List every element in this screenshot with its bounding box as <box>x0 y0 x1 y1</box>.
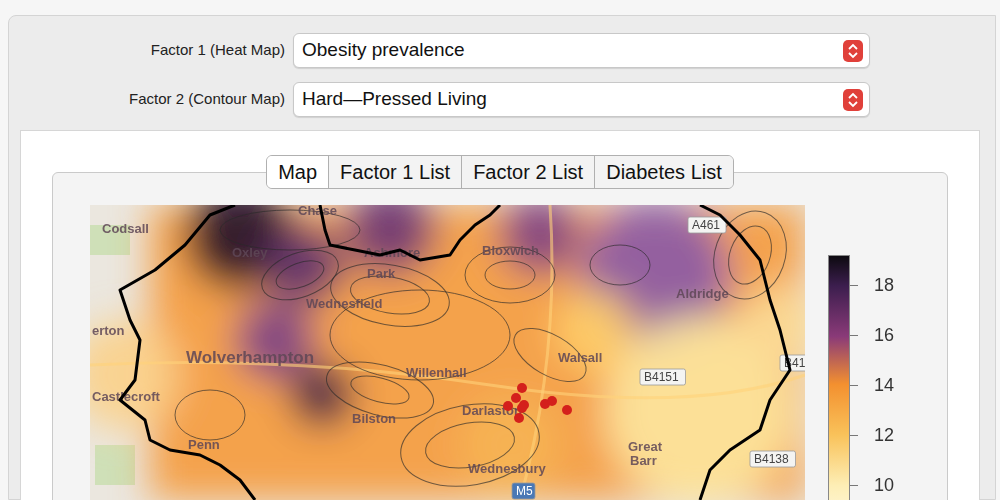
place-label: Codsall <box>102 221 149 236</box>
svg-text:A461: A461 <box>692 218 720 232</box>
diabetes-point[interactable] <box>547 396 557 406</box>
app: Factor 1 (Heat Map)Obesity prevalenceFac… <box>0 0 1000 500</box>
factor-row: Factor 2 (Contour Map) Hard—Pressed Livin… <box>9 82 995 117</box>
factor-row: Factor 1 (Heat Map) Obesity prevalence <box>9 33 995 68</box>
tab[interactable]: Factor 2 List <box>461 156 594 188</box>
diabetes-point[interactable] <box>562 405 572 415</box>
heat-map[interactable]: CodsallOxleyAshmoreParkBloxwichA461Wedne… <box>90 205 805 500</box>
place-label: Park <box>367 266 396 281</box>
factor-label: Factor 2 (Contour Map) <box>9 88 285 111</box>
factor-select[interactable]: Hard—Pressed Living <box>293 82 870 117</box>
factor-label: Factor 1 (Heat Map) <box>9 39 285 62</box>
tick-label: 16 <box>874 324 894 346</box>
tick-mark <box>850 285 858 286</box>
tick-label: 12 <box>874 424 894 446</box>
tick-mark <box>850 335 858 336</box>
place-label: Barr <box>630 453 657 468</box>
select-arrow-icon <box>843 40 863 62</box>
place-label: Penn <box>188 437 220 452</box>
window: Factor 1 (Heat Map)Obesity prevalenceFac… <box>8 15 996 500</box>
place-label: Bilston <box>352 411 396 426</box>
place-label: Aldridge <box>676 286 729 301</box>
content-panel: MapFactor 1 ListFactor 2 ListDiabetes Li… <box>20 130 980 500</box>
place-label: Walsall <box>558 350 602 365</box>
tab[interactable]: Map <box>267 156 328 188</box>
place-label: Willenhall <box>406 365 467 380</box>
map-box: CodsallOxleyAshmoreParkBloxwichA461Wedne… <box>52 172 948 500</box>
place-label: Darlaston <box>462 403 522 418</box>
factor-select[interactable]: Obesity prevalence <box>293 33 870 68</box>
diabetes-point[interactable] <box>503 401 513 411</box>
svg-text:B4151: B4151 <box>644 370 679 384</box>
area-boundary <box>120 205 790 500</box>
tab-bar: MapFactor 1 ListFactor 2 ListDiabetes Li… <box>266 155 734 189</box>
place-label: Chase <box>298 205 337 218</box>
tick-label: 14 <box>874 374 894 396</box>
diabetes-point[interactable] <box>517 383 527 393</box>
place-label: erton <box>92 323 125 338</box>
tick-mark <box>850 385 858 386</box>
tick-mark <box>850 485 858 486</box>
diabetes-point[interactable] <box>511 393 521 403</box>
road-label: B4138 <box>750 451 796 467</box>
svg-text:B4138: B4138 <box>754 452 789 466</box>
tab[interactable]: Factor 1 List <box>328 156 461 188</box>
road-label: B413 <box>780 355 805 371</box>
place-label: Wednesfield <box>306 296 382 311</box>
place-label: Oxley <box>232 245 268 260</box>
tab[interactable]: Diabetes List <box>594 156 733 188</box>
tick-mark <box>850 435 858 436</box>
road-label: B4151 <box>640 369 686 385</box>
tick-label: 18 <box>874 274 894 296</box>
color-bar <box>828 255 850 500</box>
color-legend: 18 16 14 12 10 <box>828 205 898 500</box>
road-label: M5 <box>512 483 535 499</box>
diabetes-point[interactable] <box>514 413 524 423</box>
place-label: Wolverhampton <box>186 348 314 367</box>
diabetes-point[interactable] <box>517 403 527 413</box>
svg-text:M5: M5 <box>516 484 533 498</box>
place-label: Great <box>628 439 663 454</box>
tick-label: 10 <box>874 474 894 496</box>
place-label: Bloxwich <box>482 243 539 258</box>
select-arrow-icon <box>843 89 863 111</box>
place-label: Wednesbury <box>468 461 547 476</box>
road-label: A461 <box>688 217 726 233</box>
